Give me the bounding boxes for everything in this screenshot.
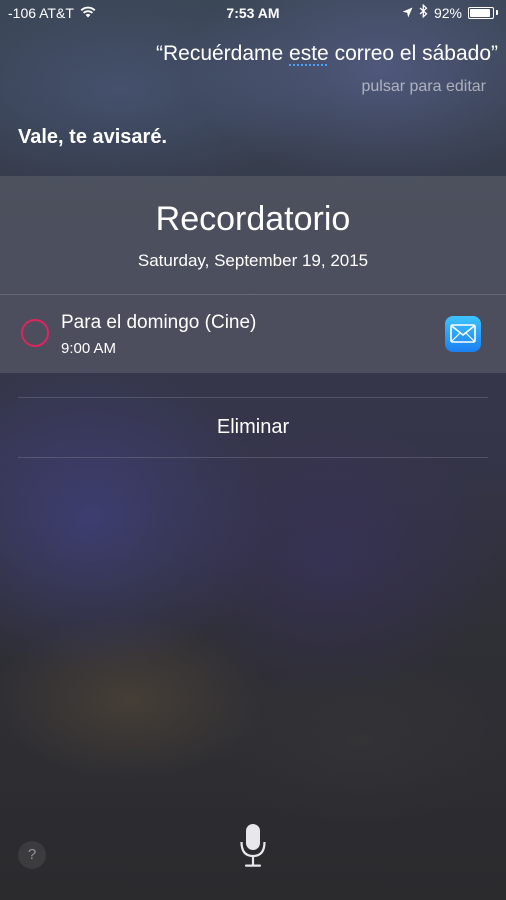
bluetooth-icon: [419, 3, 428, 21]
delete-button[interactable]: Eliminar: [18, 398, 488, 457]
utterance-after: correo el sábado”: [328, 42, 498, 65]
mail-app-icon[interactable]: [445, 316, 481, 352]
card-divider: [0, 294, 506, 295]
reminder-title[interactable]: Para el domingo (Cine): [61, 312, 256, 334]
siri-utterance[interactable]: “Recuérdame este correo el sábado”: [156, 42, 498, 66]
battery-percent: 92%: [433, 4, 462, 21]
reminder-time: 9:00 AM: [61, 340, 117, 357]
location-arrow-icon: [402, 5, 413, 21]
tap-to-edit-label[interactable]: pulsar para editar: [361, 78, 486, 96]
utterance-open-quote: “: [155, 42, 163, 65]
status-bar: -106 AT&T 7:53 AM 92%: [0, 0, 506, 26]
utterance-before: Recuérdame: [162, 42, 290, 65]
status-right: 92%: [402, 3, 498, 21]
utterance-underlined-word[interactable]: este: [289, 42, 329, 65]
card-title: Recordatorio: [155, 200, 351, 238]
delete-divider-bottom: [18, 457, 488, 458]
help-button[interactable]: ?: [18, 841, 46, 869]
card-date: Saturday, September 19, 2015: [137, 251, 369, 270]
battery-tip: [496, 10, 498, 15]
siri-response: Vale, te avisaré.: [18, 126, 168, 148]
battery-level: [470, 8, 490, 17]
battery-icon: [468, 6, 494, 19]
microphone-icon[interactable]: [239, 823, 267, 869]
reminder-complete-checkbox[interactable]: [21, 319, 49, 347]
